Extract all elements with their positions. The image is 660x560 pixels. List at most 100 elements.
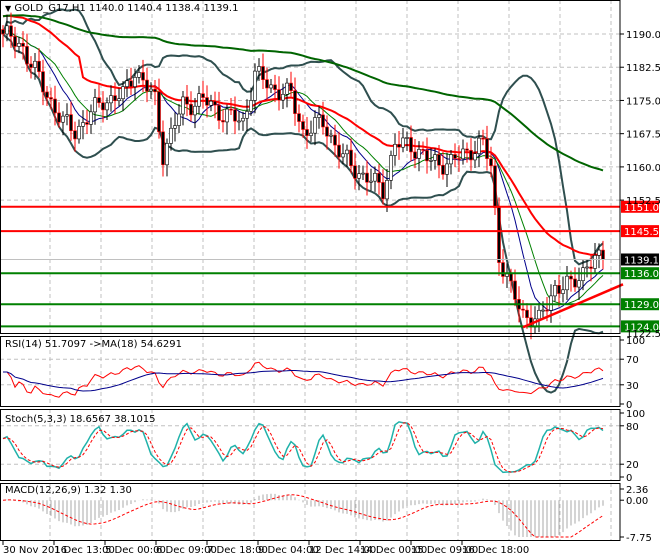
- candle: [265, 79, 269, 89]
- rsi-line: [3, 361, 604, 398]
- candle: [429, 160, 433, 162]
- candle: [257, 66, 261, 72]
- candle: [549, 295, 553, 311]
- dropdown-triangle-icon[interactable]: ▼: [5, 4, 11, 13]
- candle: [349, 149, 353, 166]
- candle: [485, 138, 489, 159]
- candle: [473, 153, 477, 161]
- candle: [73, 130, 77, 140]
- candle: [269, 84, 273, 89]
- rsi-ma-line: [3, 370, 604, 392]
- chart-canvas[interactable]: 1151.01145.51136.01129.01124.01139.11190…: [0, 0, 660, 560]
- candle: [509, 273, 513, 282]
- candle: [285, 82, 289, 95]
- candle: [273, 84, 277, 90]
- candle: [49, 97, 53, 100]
- candle: [261, 66, 265, 80]
- candle: [5, 25, 9, 35]
- candle: [293, 90, 297, 114]
- candle: [489, 158, 493, 167]
- candle: [409, 137, 413, 153]
- candle: [189, 103, 193, 116]
- candle: [449, 154, 453, 165]
- candle: [81, 122, 85, 127]
- candle: [45, 91, 49, 98]
- candle: [461, 148, 465, 160]
- trendline: [522, 283, 624, 329]
- candle: [37, 60, 41, 72]
- candle: [541, 309, 545, 312]
- candle: [93, 97, 97, 113]
- rsi-tick-label: 30: [626, 381, 639, 392]
- candle: [401, 137, 405, 148]
- candle: [393, 143, 397, 156]
- trading-chart[interactable]: 1151.0 1145.5 1136.0 1129.0 1124.0 1139.1 1190…: [0, 0, 660, 560]
- candle: [565, 275, 569, 291]
- symbol-info: GOLD_G17,H1 1140.0 1140.4 1138.4 1139.1: [14, 3, 239, 14]
- candle: [197, 93, 201, 107]
- candle: [305, 129, 309, 136]
- candle: [381, 182, 385, 200]
- candle: [97, 97, 101, 104]
- candle: [41, 71, 45, 93]
- candle: [357, 173, 361, 179]
- candle: [25, 46, 29, 65]
- candle: [101, 102, 105, 111]
- candle: [521, 308, 525, 311]
- candle: [361, 172, 365, 175]
- candle: [313, 117, 317, 134]
- stoch-tick-label: 100: [626, 409, 645, 420]
- stoch-tick-label: 0: [626, 473, 632, 484]
- candle: [149, 88, 153, 92]
- candle: [165, 143, 169, 166]
- y-tick-label: 1190.0: [626, 30, 660, 41]
- y-tick-label: 1152.5: [626, 196, 660, 207]
- rsi-title: RSI(14) 51.7097 ->MA(18) 54.6291: [5, 339, 182, 350]
- candle: [557, 285, 561, 294]
- candle: [317, 114, 321, 118]
- macd-title: MACD(12,26,9) 1.32 1.30: [5, 485, 132, 496]
- stoch-title: Stoch(5,3,3) 18.6567 38.1015: [5, 414, 156, 425]
- candle: [193, 105, 197, 116]
- candle: [453, 154, 457, 159]
- candle: [525, 309, 529, 319]
- candle: [561, 289, 565, 294]
- candle: [289, 82, 293, 91]
- candle: [537, 309, 541, 320]
- candle: [493, 165, 497, 208]
- candle: [325, 126, 329, 137]
- candle: [153, 88, 157, 93]
- candle: [181, 96, 185, 115]
- candle: [185, 96, 189, 105]
- y-tick-label: 1167.5: [626, 130, 660, 141]
- candle: [445, 163, 449, 175]
- candle: [477, 137, 481, 154]
- candle: [337, 144, 341, 158]
- candle: [329, 134, 333, 137]
- candle: [601, 249, 605, 260]
- current-price-label: 1139.1: [624, 255, 659, 266]
- candle: [421, 149, 425, 151]
- candle: [465, 148, 469, 151]
- candle: [137, 72, 141, 78]
- candle: [589, 266, 593, 269]
- candle: [133, 77, 137, 87]
- candle: [113, 95, 117, 102]
- candle: [553, 285, 557, 297]
- candle: [157, 91, 161, 133]
- candle: [437, 154, 441, 166]
- candle: [297, 113, 301, 122]
- candle: [545, 309, 549, 312]
- candle: [309, 132, 313, 136]
- candle: [321, 114, 325, 128]
- candle: [369, 180, 373, 183]
- candle: [33, 60, 37, 68]
- candle: [65, 114, 69, 117]
- candle: [145, 79, 149, 92]
- candle: [301, 121, 305, 130]
- candle: [341, 153, 345, 158]
- candle: [13, 36, 17, 47]
- level-label: 1145.5: [624, 227, 659, 238]
- candle: [469, 150, 473, 161]
- candle: [69, 114, 73, 132]
